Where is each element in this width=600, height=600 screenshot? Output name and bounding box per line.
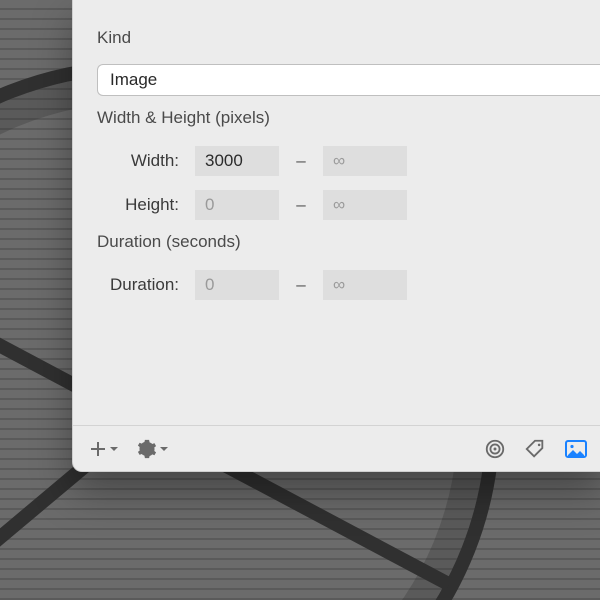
kind-value: Image bbox=[110, 70, 157, 90]
filter-panel: Kind Image Width & Height (pixels) Width… bbox=[72, 0, 600, 472]
add-filter-button[interactable] bbox=[89, 440, 119, 458]
width-range-dash: – bbox=[291, 151, 311, 171]
width-max-input[interactable] bbox=[323, 146, 407, 176]
size-section-label: Width & Height (pixels) bbox=[97, 108, 600, 128]
height-row: Height: – bbox=[97, 188, 600, 222]
kind-label: Kind bbox=[97, 28, 600, 48]
plus-icon bbox=[89, 440, 107, 458]
tag-view-button[interactable] bbox=[524, 438, 546, 460]
chevron-down-icon bbox=[109, 444, 119, 454]
kind-dropdown[interactable]: Image bbox=[97, 64, 600, 96]
image-icon bbox=[564, 438, 588, 460]
duration-section-label: Duration (seconds) bbox=[97, 232, 600, 252]
height-label: Height: bbox=[97, 195, 183, 215]
height-range-dash: – bbox=[291, 195, 311, 215]
width-label: Width: bbox=[97, 151, 183, 171]
chevron-down-icon bbox=[159, 444, 169, 454]
panel-toolbar bbox=[73, 425, 600, 471]
duration-max-input[interactable] bbox=[323, 270, 407, 300]
width-min-input[interactable] bbox=[195, 146, 279, 176]
width-row: Width: – bbox=[97, 144, 600, 178]
duration-label: Duration: bbox=[97, 275, 183, 295]
settings-button[interactable] bbox=[137, 439, 169, 459]
target-view-button[interactable] bbox=[484, 438, 506, 460]
gear-icon bbox=[137, 439, 157, 459]
height-max-input[interactable] bbox=[323, 190, 407, 220]
tag-icon bbox=[524, 438, 546, 460]
duration-min-input[interactable] bbox=[195, 270, 279, 300]
image-view-button[interactable] bbox=[564, 438, 588, 460]
duration-row: Duration: – bbox=[97, 268, 600, 302]
height-min-input[interactable] bbox=[195, 190, 279, 220]
target-icon bbox=[484, 438, 506, 460]
duration-range-dash: – bbox=[291, 275, 311, 295]
